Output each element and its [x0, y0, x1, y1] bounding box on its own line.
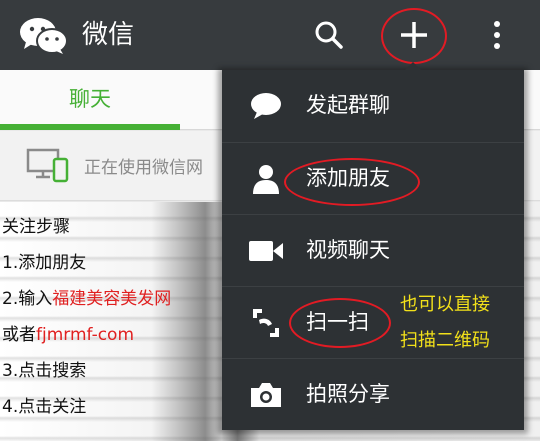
menu-item-label: 发起群聊: [306, 93, 390, 117]
top-bar: 微信: [0, 0, 540, 70]
menu-item-photo-share[interactable]: 拍照分享: [222, 358, 524, 430]
search-icon: [315, 21, 343, 49]
step-1: 1.添加朋友: [2, 253, 87, 273]
more-vertical-icon: [494, 21, 500, 49]
app-title: 微信: [82, 20, 135, 50]
menu-item-video-chat[interactable]: 视频聊天: [222, 214, 524, 286]
highlight-ring-scan: [289, 298, 391, 348]
annotation-line-2: 扫描二维码: [400, 330, 490, 351]
menu-item-label: 视频聊天: [306, 238, 390, 262]
step-2-account-id: fjmrmf-com: [36, 325, 135, 345]
person-icon: [248, 161, 284, 197]
more-button[interactable]: [474, 12, 520, 58]
step-2: 2.输入福建美容美发网: [2, 286, 171, 312]
tab-chats[interactable]: 聊天: [0, 70, 180, 130]
wechat-logo-icon: [20, 18, 68, 54]
chat-bubble-icon: [248, 88, 284, 124]
highlight-ring-plus: [381, 8, 447, 64]
step-heading: 关注步骤: [2, 217, 70, 237]
step-4: 4.点击关注: [2, 397, 87, 417]
tab-active-indicator: [0, 124, 180, 130]
step-2-alt-prefix: 或者: [2, 325, 36, 345]
step-2-prefix: 2.输入: [2, 289, 53, 309]
step-2-alt: 或者fjmrmf-com: [2, 322, 134, 348]
menu-item-label: 拍照分享: [306, 382, 390, 406]
menu-item-group-chat[interactable]: 发起群聊: [222, 70, 524, 142]
camera-icon: [248, 377, 284, 413]
annotation-line-1: 也可以直接: [400, 294, 490, 315]
add-dropdown-menu: 发起群聊 添加朋友 视频聊天 扫一扫 拍照分享: [222, 70, 524, 430]
highlight-ring-add-friend: [284, 158, 420, 206]
video-camera-icon: [248, 233, 284, 269]
search-button[interactable]: [306, 12, 352, 58]
step-3: 3.点击搜索: [2, 361, 87, 381]
step-2-site-name: 福建美容美发网: [52, 289, 172, 309]
scan-icon: [248, 305, 284, 341]
pc-banner-text: 正在使用微信网: [84, 158, 203, 178]
computer-phone-icon: [26, 148, 69, 183]
